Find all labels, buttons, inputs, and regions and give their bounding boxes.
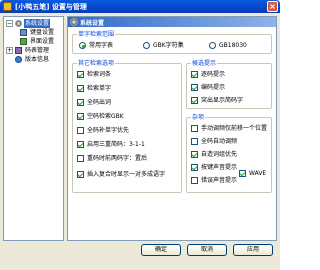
dictionary-icon — [15, 47, 22, 54]
checkbox-label: 错误声音提示 — [201, 177, 238, 184]
tree-item-ui[interactable]: 界面设置 — [20, 37, 64, 46]
checkbox[interactable] — [77, 113, 84, 120]
misc-group: 杂项 手动调频仅前移一个位置 全码自动调频 自造词组优先 按键声音提示 WAVE — [186, 114, 272, 193]
candidate-group: 候选提示 逐码提示 编码提示 突出显示简码字 — [186, 60, 272, 109]
radio-label: GB18030 — [219, 42, 247, 49]
tree-item-label: 码表管理 — [25, 47, 50, 54]
checkbox-label: 突出显示简码字 — [201, 97, 244, 104]
checkbox[interactable] — [77, 71, 84, 78]
tree-item-label: 键盘设置 — [30, 29, 55, 36]
charset-group-title: 单字检索范围 — [77, 31, 116, 38]
option-code-hint[interactable]: 编码提示 — [191, 83, 269, 92]
app-icon — [3, 2, 12, 11]
checkbox[interactable] — [77, 99, 84, 106]
option-key-sound[interactable]: 按键声音提示 — [191, 163, 239, 172]
apply-button[interactable]: 应用 — [233, 244, 273, 256]
misc-group-title: 杂项 — [191, 114, 206, 121]
checkbox[interactable] — [239, 170, 246, 177]
option-search-single[interactable]: 检索单字 — [77, 84, 177, 93]
option-error-sound[interactable]: 错误声音提示 — [191, 176, 239, 185]
radio-gbk[interactable] — [143, 42, 150, 49]
checkbox-label: 按键声音提示 — [201, 164, 238, 171]
checkbox[interactable] — [191, 177, 198, 184]
tree-item-version[interactable]: 版本信息 — [15, 55, 63, 64]
keyboard-icon — [20, 29, 27, 36]
checkbox-label: 检索单字 — [87, 85, 112, 92]
checkbox[interactable] — [77, 85, 84, 92]
radio-label: 常用字表 — [89, 42, 114, 49]
expander-system[interactable]: − — [6, 20, 13, 27]
radio-label: GBK字符集 — [153, 42, 184, 49]
ok-button[interactable]: 确定 — [141, 244, 181, 256]
checkbox-label: 手动调频仅前移一个位置 — [201, 125, 268, 132]
checkbox[interactable] — [191, 84, 198, 91]
other-options-title: 其它检索选项 — [77, 60, 116, 67]
checkbox[interactable] — [77, 171, 84, 178]
option-triple-code[interactable]: 启用三重简码：3-1-1 — [77, 140, 177, 149]
checkbox-label: 检索词条 — [87, 71, 112, 78]
panel-title: 系统设置 — [80, 20, 105, 27]
charset-group: 单字检索范围 常用字表 GBK字符集 GB18030 — [72, 31, 272, 54]
charset-option-gbk[interactable]: GBK字符集 — [143, 41, 198, 50]
close-button[interactable]: × — [267, 1, 278, 12]
option-insert-compound[interactable]: 插入复合时显示一对多成语字 — [77, 170, 181, 179]
option-highlight-short[interactable]: 突出显示简码字 — [191, 96, 269, 105]
expander-dict[interactable]: + — [6, 47, 13, 54]
ui-icon — [20, 38, 27, 45]
title-bar[interactable]: [小鸭五笔] 设置与管理 × — [0, 0, 280, 13]
checkbox[interactable] — [191, 125, 198, 132]
charset-option-gb18030[interactable]: GB18030 — [209, 41, 264, 50]
settings-window: [小鸭五笔] 设置与管理 × − 系统设置 键盘设置 界面设置 + 码表管理 版… — [0, 0, 280, 270]
tree-item-label: 版本信息 — [25, 56, 50, 63]
option-user-phrase-first[interactable]: 自造词组优先 — [191, 150, 271, 159]
checkbox-label: 全码自动调频 — [201, 138, 238, 145]
charset-option-common[interactable]: 常用字表 — [79, 41, 134, 50]
checkbox-label: 全码补单字优先 — [87, 127, 130, 134]
checkbox[interactable] — [77, 155, 84, 162]
option-empty-gbk[interactable]: 空码检索GBK — [77, 112, 177, 121]
candidate-group-title: 候选提示 — [191, 60, 218, 67]
window-title: [小鸭五笔] 设置与管理 — [15, 3, 87, 11]
tree-item-keyboard[interactable]: 键盘设置 — [20, 28, 64, 37]
other-options-group: 其它检索选项 检索词条 检索单字 全码出词 空码检索GBK 全码补单字优先 启用… — [72, 60, 182, 193]
checkbox[interactable] — [191, 97, 198, 104]
option-search-phrases[interactable]: 检索词条 — [77, 70, 177, 79]
nav-tree: − 系统设置 键盘设置 界面设置 + 码表管理 版本信息 — [3, 16, 64, 241]
option-wave[interactable]: WAVE — [239, 169, 271, 178]
option-duplicate-postpone[interactable]: 重码时前两码字：置后 — [77, 154, 177, 163]
checkbox[interactable] — [191, 138, 198, 145]
checkbox[interactable] — [191, 71, 198, 78]
option-manual-freq[interactable]: 手动调频仅前移一个位置 — [191, 124, 271, 133]
checkbox-label: WAVE — [249, 170, 267, 177]
settings-panel: 系统设置 单字检索范围 常用字表 GBK字符集 GB18030 其它检索选项 检… — [67, 16, 277, 241]
option-step-hint[interactable]: 逐码提示 — [191, 70, 269, 79]
checkbox-label: 自造词组优先 — [201, 151, 238, 158]
option-full-code-single-first[interactable]: 全码补单字优先 — [77, 126, 177, 135]
checkbox[interactable] — [77, 127, 84, 134]
info-icon — [15, 56, 22, 63]
checkbox-label: 重码时前两码字：置后 — [87, 155, 148, 162]
checkbox[interactable] — [191, 164, 198, 171]
checkbox[interactable] — [191, 151, 198, 158]
checkbox[interactable] — [77, 141, 84, 148]
checkbox-label: 编码提示 — [201, 84, 226, 91]
tree-item-system[interactable]: 系统设置 — [15, 19, 63, 28]
option-full-code-phrase[interactable]: 全码出词 — [77, 98, 177, 107]
checkbox-label: 空码检索GBK — [87, 113, 124, 120]
checkbox-label: 启用三重简码：3-1-1 — [87, 141, 145, 148]
checkbox-label: 插入复合时显示一对多成语字 — [87, 171, 166, 178]
gear-icon — [70, 18, 78, 26]
radio-common[interactable] — [79, 42, 86, 49]
gear-icon — [15, 20, 22, 27]
checkbox-label: 逐码提示 — [201, 71, 226, 78]
radio-gb18030[interactable] — [209, 42, 216, 49]
cancel-button[interactable]: 取消 — [187, 244, 227, 256]
tree-item-dict[interactable]: 码表管理 — [15, 46, 63, 55]
tree-item-label: 界面设置 — [30, 38, 55, 45]
panel-header: 系统设置 — [68, 17, 276, 27]
tree-item-label: 系统设置 — [24, 19, 51, 28]
checkbox-label: 全码出词 — [87, 99, 112, 106]
option-auto-freq[interactable]: 全码自动调频 — [191, 137, 271, 146]
